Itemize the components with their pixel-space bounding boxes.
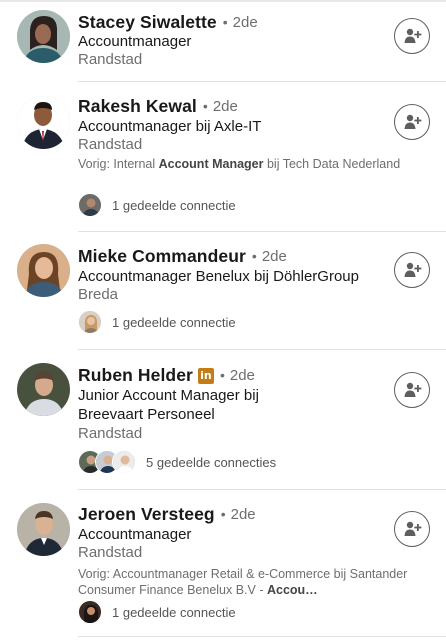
person-card[interactable]: Jeroen Versteeg • 2de Accountmanager Rand…	[0, 490, 446, 640]
avatar[interactable]	[17, 96, 70, 149]
location: Randstad	[78, 51, 143, 68]
person-name[interactable]: Jeroen Versteeg	[78, 504, 215, 525]
degree-label: 2de	[232, 14, 258, 31]
location: Randstad	[78, 136, 143, 153]
person-card[interactable]: Stacey Siwalette • 2de Accountmanager Ran…	[0, 0, 446, 82]
avatar[interactable]	[17, 503, 70, 556]
shared-connections[interactable]: 1 gedeelde connectie	[78, 310, 236, 334]
shared-connections[interactable]: 1 gedeelde connectie	[78, 193, 236, 217]
shared-connections[interactable]: 1 gedeelde connectie	[78, 600, 236, 624]
name-line: Jeroen Versteeg • 2de	[78, 504, 256, 525]
shared-connection-avatar	[112, 450, 136, 474]
headline: Accountmanager bij Axle-IT	[78, 118, 262, 135]
headline: Accountmanager Benelux bij DöhlerGroup	[78, 268, 359, 285]
person-card[interactable]: Ruben Helder in • 2de Junior Account Mana…	[0, 350, 446, 490]
connect-button[interactable]	[394, 252, 430, 288]
connection-degree: • 2de	[221, 506, 256, 523]
previous-prefix: Vorig: Internal	[78, 157, 159, 171]
headline: Accountmanager	[78, 33, 192, 50]
person-name[interactable]: Rakesh Kewal	[78, 96, 197, 117]
degree-label: 2de	[212, 98, 238, 115]
name-line: Stacey Siwalette • 2de	[78, 12, 258, 33]
previous-position: Vorig: Internal Account Manager bij Tech…	[78, 156, 408, 172]
shared-connection-avatar	[78, 193, 102, 217]
degree-label: 2de	[261, 248, 287, 265]
degree-separator: •	[251, 248, 257, 264]
linkedin-premium-badge: in	[197, 367, 214, 384]
connection-degree: • 2de	[203, 98, 238, 115]
add-person-icon	[404, 28, 422, 43]
connect-button[interactable]	[394, 511, 430, 547]
headline-line: Junior Account Manager bij	[78, 387, 259, 404]
previous-highlight: Accou…	[266, 583, 318, 597]
connection-degree: • 2de	[220, 367, 255, 384]
degree-label: 2de	[230, 506, 256, 523]
name-line: Ruben Helder in • 2de	[78, 365, 255, 386]
connect-button[interactable]	[394, 104, 430, 140]
shared-connections-label: 1 gedeelde connectie	[112, 197, 236, 213]
add-person-icon	[404, 382, 422, 397]
degree-separator: •	[222, 14, 228, 30]
person-name[interactable]: Ruben Helder	[78, 365, 193, 386]
name-line: Mieke Commandeur • 2de	[78, 246, 287, 267]
avatar[interactable]	[17, 244, 70, 297]
connection-degree: • 2de	[252, 248, 287, 265]
connect-button[interactable]	[394, 372, 430, 408]
person-name[interactable]: Stacey Siwalette	[78, 12, 217, 33]
person-card[interactable]: Rakesh Kewal • 2de Accountmanager bij Axl…	[0, 82, 446, 232]
degree-separator: •	[220, 506, 226, 522]
person-name[interactable]: Mieke Commandeur	[78, 246, 246, 267]
location: Randstad	[78, 544, 143, 561]
shared-connections[interactable]: 5 gedeelde connecties	[78, 450, 276, 474]
divider	[78, 636, 446, 637]
degree-label: 2de	[229, 367, 255, 384]
previous-highlight: Account Manager	[158, 157, 264, 171]
add-person-icon	[404, 262, 422, 277]
shared-connections-label: 1 gedeelde connectie	[112, 604, 236, 620]
shared-connection-avatar	[78, 310, 102, 334]
degree-separator: •	[202, 98, 208, 114]
connection-degree: • 2de	[223, 14, 258, 31]
person-card[interactable]: Mieke Commandeur • 2de Accountmanager Ben…	[0, 232, 446, 350]
avatar[interactable]	[17, 10, 70, 63]
headline-line: Breevaart Personeel	[78, 406, 215, 423]
shared-connections-label: 5 gedeelde connecties	[146, 454, 277, 470]
headline: Accountmanager	[78, 526, 192, 543]
search-results-list: Stacey Siwalette • 2de Accountmanager Ran…	[0, 0, 446, 640]
previous-suffix: bij Tech Data Nederland	[263, 157, 401, 171]
shared-connections-label: 1 gedeelde connectie	[112, 314, 236, 330]
name-line: Rakesh Kewal • 2de	[78, 96, 238, 117]
connect-button[interactable]	[394, 18, 430, 54]
degree-separator: •	[219, 367, 225, 383]
add-person-icon	[404, 114, 422, 129]
location: Breda	[78, 286, 119, 303]
headline: Junior Account Manager bij Breevaart Per…	[78, 386, 259, 424]
add-person-icon	[404, 521, 422, 536]
location: Randstad	[78, 425, 143, 442]
previous-position: Vorig: Accountmanager Retail & e-Commerc…	[78, 566, 408, 598]
shared-connection-avatar	[78, 600, 102, 624]
avatar[interactable]	[17, 363, 70, 416]
previous-prefix: Vorig: Accountmanager Retail & e-Commerc…	[78, 567, 408, 597]
